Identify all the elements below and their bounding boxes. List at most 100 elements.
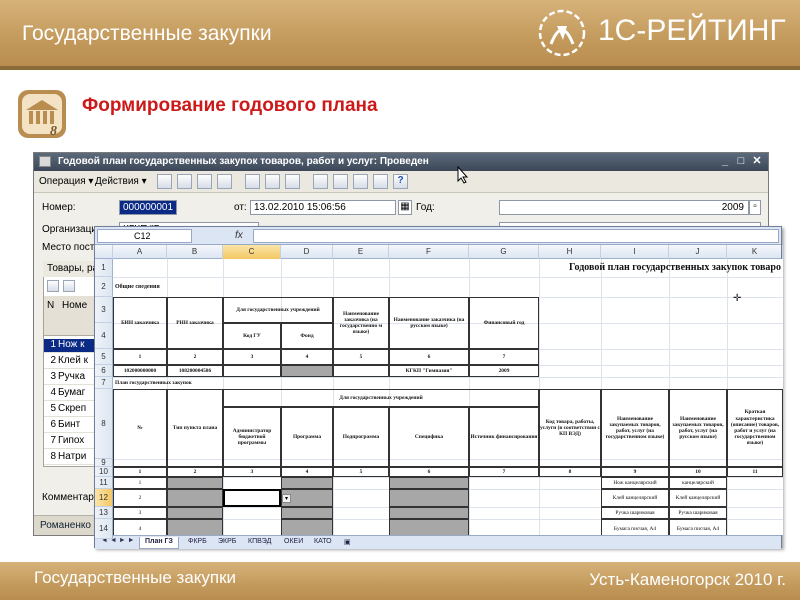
- row-header[interactable]: 10: [95, 467, 113, 477]
- toolbar-refresh-icon[interactable]: [217, 174, 232, 189]
- function-icon[interactable]: fx: [235, 230, 243, 241]
- column-number[interactable]: 1: [113, 349, 167, 365]
- row-header[interactable]: 13: [95, 507, 113, 519]
- header-subprogram[interactable]: Подпрограмма: [333, 407, 389, 467]
- year-picker-icon[interactable]: ▫: [749, 200, 761, 215]
- toolbar-report-icon[interactable]: [285, 174, 300, 189]
- specifics-cell[interactable]: [389, 519, 469, 535]
- column-number[interactable]: 8: [539, 467, 601, 477]
- specifics-cell[interactable]: [389, 507, 469, 519]
- bin-value[interactable]: 102000000000: [113, 365, 167, 377]
- header-bin[interactable]: БИН заказчика: [113, 297, 167, 349]
- header-source[interactable]: Источник финансирования: [469, 407, 539, 467]
- program-cell[interactable]: [281, 507, 333, 519]
- number-field[interactable]: 000000001: [119, 200, 177, 215]
- toolbar-save-icon[interactable]: [197, 174, 212, 189]
- row-number-cell[interactable]: 3: [113, 507, 167, 519]
- program-cell[interactable]: [281, 477, 333, 489]
- select-all-corner[interactable]: [95, 245, 113, 259]
- row-header[interactable]: 3: [95, 297, 113, 323]
- column-header[interactable]: A: [113, 245, 167, 259]
- sheet-tab-kpved[interactable]: КПВЭД: [243, 537, 276, 549]
- menu-operation[interactable]: Операция ▾: [39, 176, 93, 187]
- toolbar-print-icon[interactable]: [245, 174, 260, 189]
- toolbar-import-icon[interactable]: [353, 174, 368, 189]
- column-header[interactable]: J: [669, 245, 727, 259]
- type-cell[interactable]: [167, 507, 223, 519]
- close-icon[interactable]: ✕: [750, 155, 764, 168]
- toolbar-export-icon[interactable]: [373, 174, 388, 189]
- goods-name-ru[interactable]: Ручка шариковая: [669, 507, 727, 519]
- row-header[interactable]: 4: [95, 323, 113, 349]
- type-cell[interactable]: [167, 519, 223, 535]
- window-titlebar[interactable]: Годовой план государственных закупок тов…: [34, 153, 768, 171]
- row-header[interactable]: 2: [95, 277, 113, 297]
- header-fin-year[interactable]: Финансовый год: [469, 297, 539, 349]
- program-cell[interactable]: [281, 519, 333, 535]
- column-number[interactable]: 7: [469, 349, 539, 365]
- name-box[interactable]: C12: [97, 229, 192, 243]
- header-code[interactable]: Код товара, работы, услуги (в соответств…: [539, 389, 601, 467]
- sheet-tab-okei[interactable]: ОКЕИ: [279, 537, 308, 549]
- column-number[interactable]: 4: [281, 467, 333, 477]
- row-number-cell[interactable]: 1: [113, 477, 167, 489]
- specifics-cell[interactable]: [389, 489, 469, 507]
- header-goods-name-state[interactable]: Наименование закупаемых товаров, работ, …: [601, 389, 669, 467]
- goods-name-state[interactable]: Клей канцелярский: [601, 489, 669, 507]
- header-short-desc[interactable]: Краткая характеристика (описание) товаро…: [727, 389, 783, 467]
- selected-cell[interactable]: [223, 489, 281, 507]
- name-state-value[interactable]: [333, 365, 389, 377]
- column-header[interactable]: C: [223, 245, 281, 259]
- row-header[interactable]: 11: [95, 477, 113, 489]
- column-header[interactable]: K: [727, 245, 783, 259]
- row-header[interactable]: 1: [95, 259, 113, 277]
- column-number[interactable]: 1: [113, 467, 167, 477]
- header-name-ru[interactable]: Наименование заказчика (на русском языке…: [389, 297, 469, 349]
- row-number-cell[interactable]: 2: [113, 489, 167, 507]
- column-header[interactable]: B: [167, 245, 223, 259]
- column-number[interactable]: 4: [281, 349, 333, 365]
- minimize-icon[interactable]: _: [718, 155, 732, 168]
- column-header[interactable]: G: [469, 245, 539, 259]
- column-header[interactable]: E: [333, 245, 389, 259]
- general-section-label[interactable]: Общие сведения: [113, 277, 223, 297]
- row-header[interactable]: 7: [95, 377, 113, 389]
- header-type[interactable]: Тип пункта плана: [167, 389, 223, 467]
- dropdown-arrow-icon[interactable]: ▾: [282, 494, 291, 503]
- header-rnn[interactable]: РНН заказчика: [167, 297, 223, 349]
- column-number[interactable]: 6: [389, 349, 469, 365]
- type-cell[interactable]: [167, 477, 223, 489]
- goods-name-ru[interactable]: Бумага писчая, А4: [669, 519, 727, 535]
- year-value[interactable]: 2009: [469, 365, 539, 377]
- goods-name-state[interactable]: Ручка шариковая: [601, 507, 669, 519]
- header-goods-name-ru[interactable]: Наименование закупаемых товаров, работ, …: [669, 389, 727, 467]
- column-number[interactable]: 3: [223, 349, 281, 365]
- menu-actions[interactable]: Действия ▾: [95, 176, 147, 187]
- column-number[interactable]: 2: [167, 467, 223, 477]
- type-cell[interactable]: [167, 489, 223, 507]
- column-number[interactable]: 5: [333, 349, 389, 365]
- new-sheet-icon[interactable]: ▣: [339, 537, 356, 549]
- column-header[interactable]: F: [389, 245, 469, 259]
- header-name-state[interactable]: Наименование заказчика (на государственн…: [333, 297, 389, 349]
- header-kod-gu[interactable]: Код ГУ: [223, 323, 281, 349]
- row-header[interactable]: 8: [95, 389, 113, 459]
- goods-name-ru[interactable]: Клей канцелярский: [669, 489, 727, 507]
- column-header[interactable]: D: [281, 245, 333, 259]
- row-number-cell[interactable]: 4: [113, 519, 167, 535]
- year-field[interactable]: 2009: [499, 200, 749, 215]
- column-number[interactable]: 10: [669, 467, 727, 477]
- sheet-tab-plan[interactable]: План ГЗ: [139, 537, 179, 549]
- rnn-value[interactable]: 108200004586: [167, 365, 223, 377]
- header-program[interactable]: Программа: [281, 407, 333, 467]
- date-field[interactable]: 13.02.2010 15:06:56: [250, 200, 396, 215]
- goods-name-ru[interactable]: канцелярский: [669, 477, 727, 489]
- sheet-title[interactable]: Годовой план государственных закупок тов…: [389, 259, 783, 277]
- column-header[interactable]: H: [539, 245, 601, 259]
- sheet-tab-fkrb[interactable]: ФКРБ: [183, 537, 212, 549]
- column-number[interactable]: 11: [727, 467, 783, 477]
- header-admin[interactable]: Администратор бюджетной программы: [223, 407, 281, 467]
- column-name[interactable]: Номе: [62, 300, 87, 311]
- column-number[interactable]: 6: [389, 467, 469, 477]
- kod-gu-value[interactable]: [223, 365, 281, 377]
